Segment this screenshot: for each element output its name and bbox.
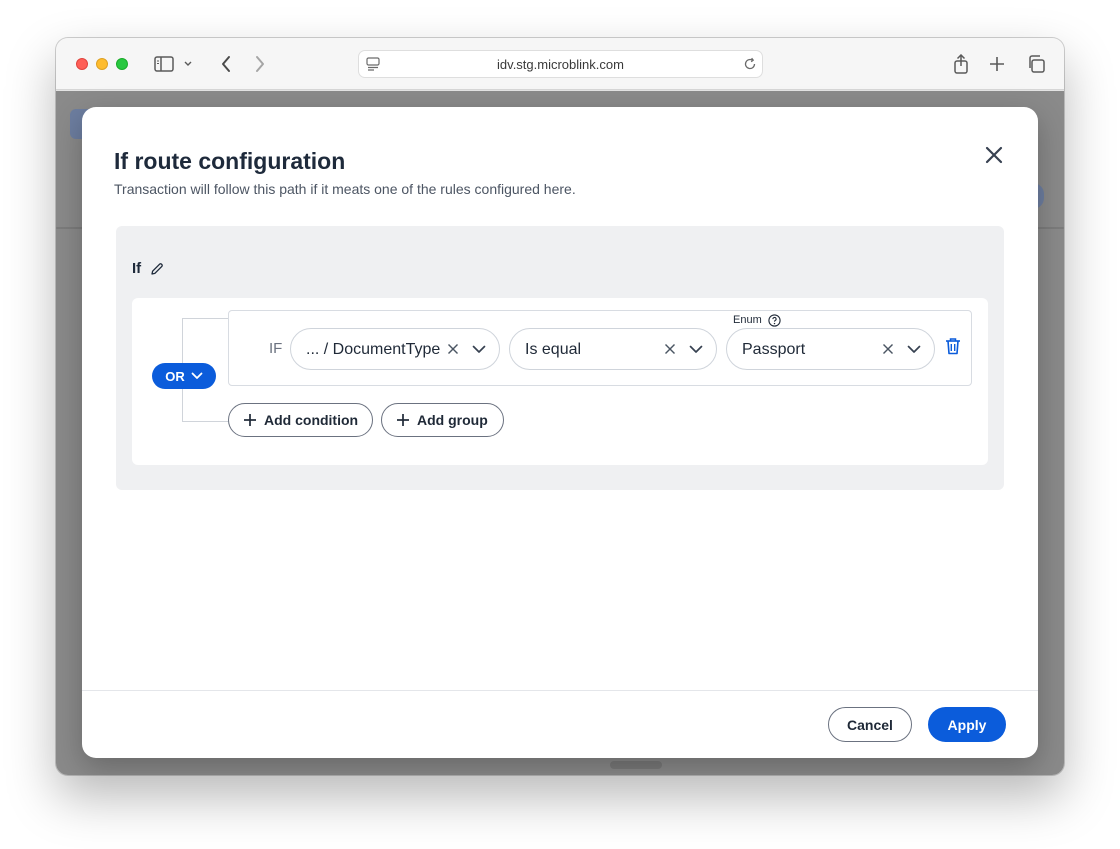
- operator-dropdown[interactable]: OR: [152, 363, 216, 389]
- condition-if-label: IF: [269, 340, 283, 357]
- browser-toolbar: idv.stg.microblink.com: [56, 38, 1064, 90]
- background-element: [610, 761, 662, 769]
- address-bar[interactable]: idv.stg.microblink.com: [358, 50, 763, 78]
- reload-icon[interactable]: [742, 56, 758, 72]
- chevron-down-icon: [191, 372, 203, 379]
- add-condition-label: Add condition: [264, 412, 359, 428]
- value-select-value: Passport: [742, 341, 806, 358]
- if-label-row: If: [132, 260, 165, 277]
- operator-label: OR: [165, 368, 185, 384]
- minimize-window-button[interactable]: [96, 58, 108, 70]
- chevron-right-icon[interactable]: [248, 52, 272, 76]
- zoom-window-button[interactable]: [116, 58, 128, 70]
- browser-window: idv.stg.microblink.com If route configur…: [56, 38, 1064, 775]
- field-select[interactable]: ... / DocumentType: [290, 328, 500, 370]
- chevron-left-icon[interactable]: [214, 52, 238, 76]
- route-config-dialog: If route configuration Transaction will …: [82, 107, 1038, 758]
- clear-icon[interactable]: [661, 340, 679, 358]
- clear-icon[interactable]: [879, 340, 897, 358]
- plus-icon: [396, 413, 410, 427]
- plus-icon[interactable]: [985, 52, 1009, 76]
- tabs-overview-icon[interactable]: [1024, 52, 1048, 76]
- group-bracket: [182, 386, 229, 422]
- chevron-down-icon: [687, 340, 705, 358]
- field-select-value: ... / DocumentType: [306, 341, 441, 358]
- value-select[interactable]: Passport: [726, 328, 935, 370]
- value-type-label: Enum: [733, 314, 762, 326]
- url-text: idv.stg.microblink.com: [497, 56, 624, 72]
- comparator-select-value: Is equal: [525, 341, 582, 358]
- dialog-subtitle: Transaction will follow this path if it …: [114, 181, 576, 197]
- trash-icon[interactable]: [943, 336, 963, 356]
- share-icon[interactable]: [949, 52, 973, 76]
- footer-divider: [82, 690, 1038, 691]
- add-condition-button[interactable]: Add condition: [228, 403, 373, 437]
- dialog-title: If route configuration: [114, 148, 346, 174]
- if-panel-label: If: [132, 260, 142, 277]
- value-type-label-row: Enum: [733, 313, 782, 327]
- condition-row: IF ... / DocumentType Is equal Enum Pass…: [228, 310, 972, 386]
- close-window-button[interactable]: [76, 58, 88, 70]
- rules-card: OR IF ... / DocumentType Is equal Enum P…: [132, 298, 988, 465]
- sidebar-icon[interactable]: [152, 52, 176, 76]
- plus-icon: [243, 413, 257, 427]
- pencil-icon[interactable]: [149, 261, 165, 277]
- cancel-button[interactable]: Cancel: [828, 707, 912, 742]
- chevron-down-icon: [905, 340, 923, 358]
- if-panel: If OR IF ... / DocumentType Is equal Enu…: [116, 226, 1004, 490]
- close-icon[interactable]: [982, 143, 1006, 167]
- add-group-button[interactable]: Add group: [381, 403, 504, 437]
- help-icon[interactable]: [768, 313, 782, 327]
- chevron-down-icon: [470, 340, 488, 358]
- group-bracket: [182, 318, 229, 364]
- chevron-down-icon[interactable]: [180, 52, 196, 76]
- page-settings-icon[interactable]: [365, 56, 381, 72]
- comparator-select[interactable]: Is equal: [509, 328, 717, 370]
- add-group-label: Add group: [417, 412, 488, 428]
- clear-icon[interactable]: [444, 340, 462, 358]
- apply-button[interactable]: Apply: [928, 707, 1006, 742]
